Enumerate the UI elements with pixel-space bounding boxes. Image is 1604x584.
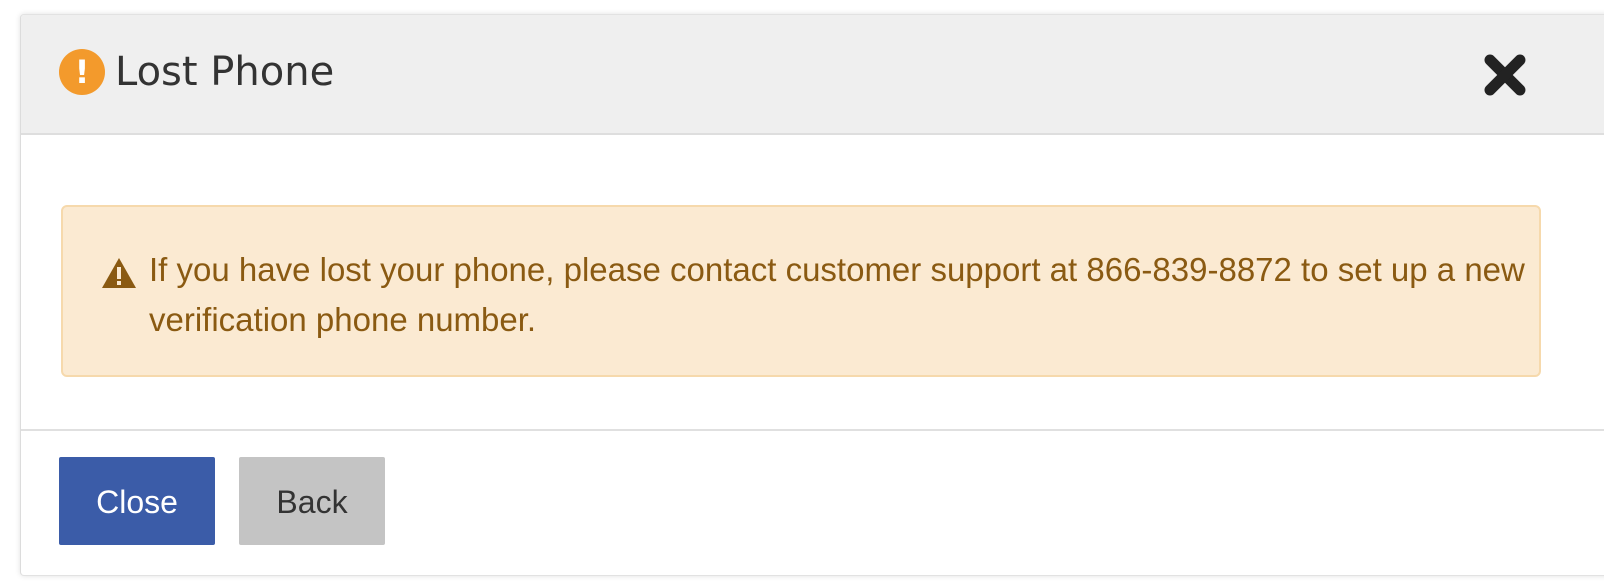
close-button[interactable]: Close (59, 457, 215, 545)
back-button[interactable]: Back (239, 457, 385, 545)
dialog-header: ! Lost Phone (21, 15, 1604, 135)
warning-triangle-icon (101, 257, 137, 289)
close-x-icon[interactable] (1481, 51, 1529, 99)
dialog-title: Lost Phone (115, 49, 335, 95)
lost-phone-dialog: ! Lost Phone If you have lost your phone… (20, 14, 1604, 576)
exclamation-circle-icon: ! (59, 49, 105, 95)
alert-message: If you have lost your phone, please cont… (149, 251, 1525, 338)
warning-alert: If you have lost your phone, please cont… (61, 205, 1541, 377)
footer-divider (21, 429, 1604, 431)
